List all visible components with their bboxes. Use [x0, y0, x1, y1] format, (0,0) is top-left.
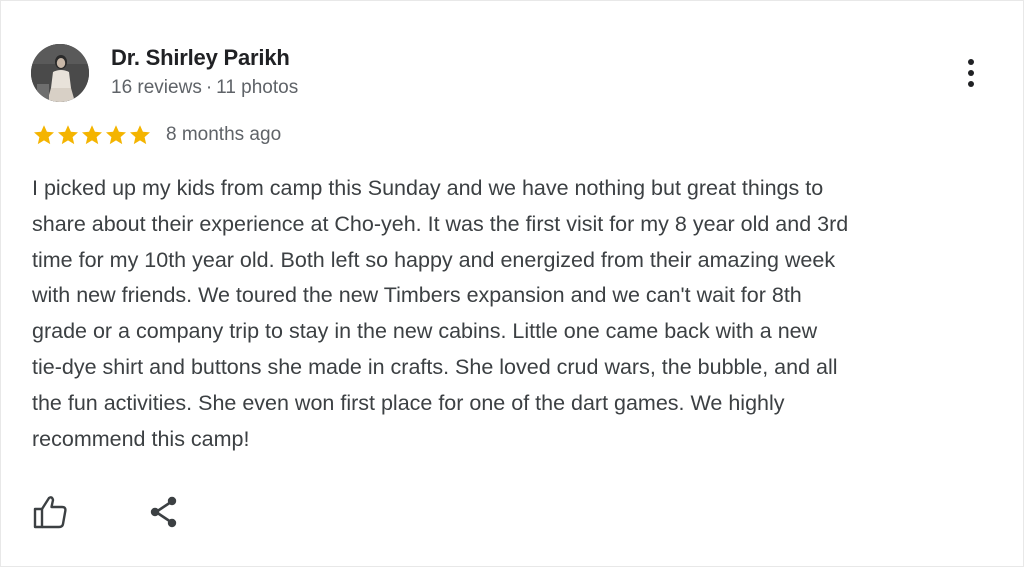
review-card: Dr. Shirley Parikh 16 reviews · 11 photos … — [0, 0, 1024, 567]
star-icon — [82, 125, 102, 145]
star-icon — [34, 125, 54, 145]
review-text-line: share about their experience at Cho-yeh.… — [32, 211, 849, 236]
star-icon — [106, 125, 126, 145]
star-icon — [130, 125, 150, 145]
share-icon — [150, 496, 177, 528]
review-text-line: tie-dye shirt and buttons she made in cr… — [32, 354, 838, 379]
review-text-line: with new friends. We toured the new Timb… — [32, 283, 802, 308]
avatar[interactable] — [31, 44, 89, 102]
more-vertical-icon — [968, 59, 974, 87]
review-time: 8 months ago — [166, 124, 282, 145]
avatar-photo — [31, 44, 89, 102]
review-text-line: I picked up my kids from camp this Sunda… — [32, 176, 824, 200]
thumbs-up-icon — [33, 496, 67, 529]
review-text-line: time for my 10th year old. Both left so … — [32, 247, 836, 272]
review-text-line: recommend this camp! — [32, 426, 250, 451]
star-rating — [32, 123, 152, 147]
review-text-line: grade or a company trip to stay in the n… — [32, 319, 818, 344]
share-button[interactable] — [147, 494, 183, 530]
rating-row: 8 months ago — [32, 123, 281, 147]
author-meta: 16 reviews · 11 photos — [111, 77, 298, 99]
photos-count: 11 photos — [216, 77, 299, 98]
author-name[interactable]: Dr. Shirley Parikh — [111, 45, 290, 71]
review-text-line: the fun activities. She even won first p… — [32, 390, 785, 415]
review-text: I picked up my kids from camp this Sunda… — [32, 171, 1002, 457]
more-options-button[interactable] — [957, 55, 985, 91]
reviews-count: 16 reviews — [111, 77, 202, 98]
like-button[interactable] — [31, 494, 69, 530]
meta-separator: · — [205, 77, 213, 98]
star-icon — [58, 125, 78, 145]
